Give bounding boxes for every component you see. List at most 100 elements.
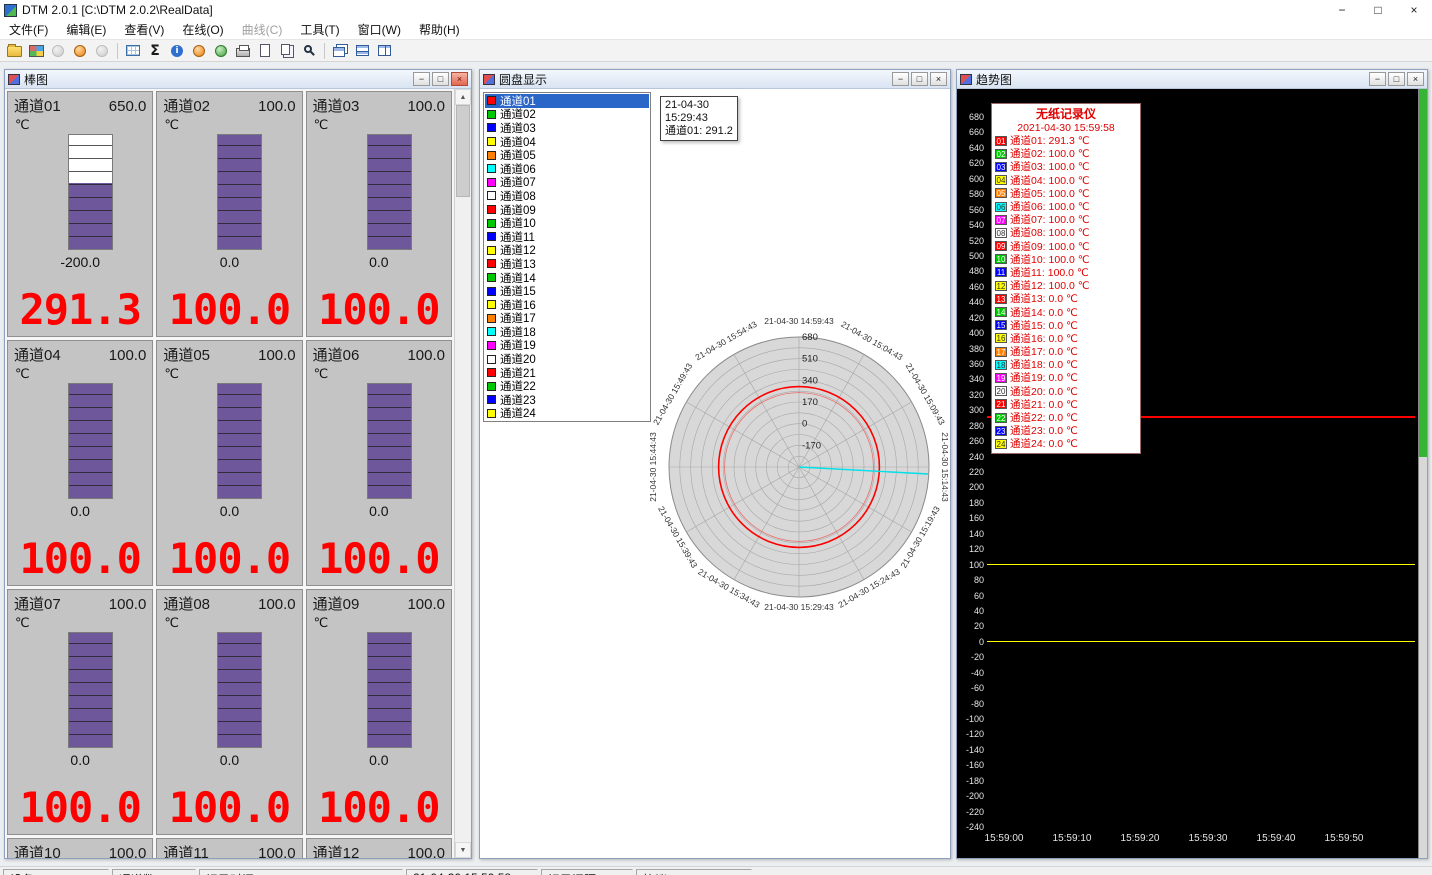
print-icon[interactable] <box>232 41 254 61</box>
maximize-button[interactable]: □ <box>1360 0 1396 20</box>
channel-list-item[interactable]: 通道24 <box>485 407 649 421</box>
gauge-value: 100.0 <box>307 285 451 334</box>
y-axis-label: 340 <box>957 374 984 384</box>
snapshot-icon[interactable] <box>210 41 232 61</box>
status-segment-2: 记录时间：21-04-30 14:51:30 <box>199 869 403 875</box>
bar-gauge-cell: 通道08100.0℃0.0100.0 <box>156 589 302 835</box>
menu-item-2[interactable]: 查看(V) <box>115 19 173 40</box>
gauge-value: 100.0 <box>157 783 301 832</box>
disk-window-titlebar[interactable]: 圆盘显示 − □ × <box>480 70 950 89</box>
zoom-icon[interactable] <box>298 41 320 61</box>
y-axis-label: -160 <box>957 760 984 770</box>
pause-icon <box>91 41 113 61</box>
menu-item-5[interactable]: 工具(T) <box>291 19 348 40</box>
print-preview-icon[interactable] <box>254 41 276 61</box>
channel-name: 通道01 <box>14 95 61 116</box>
y-axis-label: 0 <box>957 637 984 647</box>
export-image-icon[interactable] <box>25 41 47 61</box>
legend-row: 05通道05: 100.0 ℃ <box>992 187 1140 200</box>
info-icon-shape: i <box>171 45 183 57</box>
bar-minimize-button[interactable]: − <box>413 72 430 86</box>
tile-vertical-icon[interactable] <box>373 41 395 61</box>
app-window: DTM 2.0.1 [C:\DTM 2.0.2\RealData] − □ × … <box>0 0 1432 62</box>
y-axis-label: -120 <box>957 729 984 739</box>
gauge-unit-label: ℃ <box>314 366 329 382</box>
bar-graph-window: 棒图 − □ × 通道01650.0℃-200.0291.3通道02100.0℃… <box>4 69 472 859</box>
trend-chart-window: 趋势图 − □ × 无纸记录仪 2021-04-30 15:59:58 01通道… <box>956 69 1428 859</box>
trend-maximize-button[interactable]: □ <box>1388 72 1405 86</box>
data-table-icon[interactable] <box>122 41 144 61</box>
legend-row: 19通道19: 0.0 ℃ <box>992 371 1140 384</box>
record-icon[interactable] <box>69 41 91 61</box>
alarm-icon[interactable] <box>188 41 210 61</box>
disk-close-button[interactable]: × <box>930 72 947 86</box>
menu-item-1[interactable]: 编辑(E) <box>57 19 115 40</box>
channel-name: 通道12 <box>313 842 360 858</box>
copy-icon[interactable] <box>276 41 298 61</box>
tooltip-line: 15:29:43 <box>665 112 733 125</box>
gauge-bar <box>217 134 262 250</box>
open-icon[interactable] <box>3 41 25 61</box>
status-segment-5: 协议：MODBUS <box>636 869 752 875</box>
trend-scrollbar[interactable] <box>1418 89 1427 858</box>
menu-item-0[interactable]: 文件(F) <box>0 19 57 40</box>
y-axis-label: 200 <box>957 482 984 492</box>
bar-scrollbar[interactable]: ▲ ▼ <box>454 89 471 858</box>
svg-text:21-04-30 15:44:43: 21-04-30 15:44:43 <box>648 432 658 502</box>
gauge-max-label: 650.0 <box>109 98 147 115</box>
bar-maximize-button[interactable]: □ <box>432 72 449 86</box>
channel-color-swatch <box>487 246 496 255</box>
bar-window-titlebar[interactable]: 棒图 − □ × <box>5 70 471 89</box>
trend-minimize-button[interactable]: − <box>1369 72 1386 86</box>
legend-channel-number: 23 <box>995 426 1007 436</box>
scroll-down-button[interactable]: ▼ <box>455 842 471 858</box>
bar-gauge-cell: 通道05100.0℃0.0100.0 <box>156 340 302 586</box>
gauge-value: 100.0 <box>307 534 451 583</box>
channel-color-swatch <box>487 259 496 268</box>
legend-row: 04通道04: 100.0 ℃ <box>992 174 1140 187</box>
legend-row: 08通道08: 100.0 ℃ <box>992 226 1140 239</box>
y-axis-label: 360 <box>957 359 984 369</box>
disk-minimize-button[interactable]: − <box>892 72 909 86</box>
svg-text:0: 0 <box>802 419 807 430</box>
legend-row: 16通道16: 0.0 ℃ <box>992 332 1140 345</box>
y-axis-label: -20 <box>957 652 984 662</box>
svg-text:340: 340 <box>802 375 818 386</box>
gauge-value: 100.0 <box>307 783 451 832</box>
minimize-button[interactable]: − <box>1324 0 1360 20</box>
y-axis-label: 160 <box>957 513 984 523</box>
y-axis-label: -140 <box>957 745 984 755</box>
gauge-bar <box>68 632 113 748</box>
x-axis-label: 15:59:20 <box>1121 833 1160 844</box>
trend-scroll-thumb[interactable] <box>1419 89 1427 457</box>
gauge-header: 通道08100.0 <box>157 590 301 614</box>
disk-maximize-button[interactable]: □ <box>911 72 928 86</box>
bar-gauge-cell: 通道07100.0℃0.0100.0 <box>7 589 153 835</box>
legend-row: 03通道03: 100.0 ℃ <box>992 160 1140 173</box>
gauge-header: 通道04100.0 <box>8 341 152 365</box>
close-button[interactable]: × <box>1396 0 1432 20</box>
bar-close-button[interactable]: × <box>451 72 468 86</box>
svg-text:170: 170 <box>802 397 818 408</box>
info-icon[interactable]: i <box>166 41 188 61</box>
tile-horizontal-icon[interactable] <box>351 41 373 61</box>
trend-close-button[interactable]: × <box>1407 72 1424 86</box>
legend-row: 01通道01: 291.3 ℃ <box>992 134 1140 147</box>
channel-name: 通道06 <box>313 344 360 365</box>
statistics-icon[interactable]: Σ <box>144 41 166 61</box>
scroll-up-button[interactable]: ▲ <box>455 89 471 105</box>
cascade-windows-icon[interactable] <box>329 41 351 61</box>
menu-item-6[interactable]: 窗口(W) <box>349 19 410 40</box>
gauge-ticks <box>368 135 411 249</box>
legend-channel-number: 08 <box>995 228 1007 238</box>
trend-window-titlebar[interactable]: 趋势图 − □ × <box>957 70 1427 89</box>
menu-item-3[interactable]: 在线(O) <box>173 19 232 40</box>
title-bar[interactable]: DTM 2.0.1 [C:\DTM 2.0.2\RealData] − □ × <box>0 0 1432 20</box>
y-axis-label: -60 <box>957 683 984 693</box>
trend-series-line <box>987 564 1415 566</box>
y-axis-label: 80 <box>957 575 984 585</box>
menu-item-7[interactable]: 帮助(H) <box>410 19 469 40</box>
alarm-icon-shape <box>193 45 205 57</box>
y-axis-label: 420 <box>957 313 984 323</box>
scroll-thumb[interactable] <box>456 105 470 197</box>
